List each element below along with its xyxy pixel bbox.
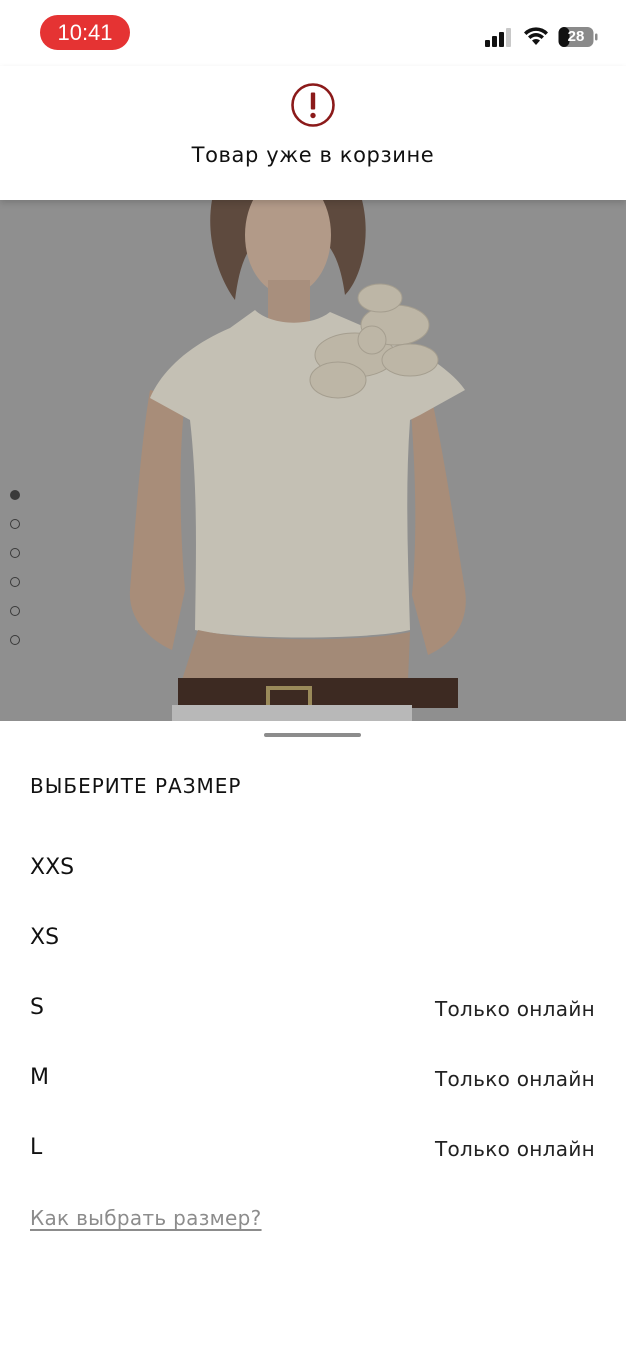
size-option-l[interactable]: L Только онлайн bbox=[0, 1113, 626, 1183]
gallery-dot[interactable] bbox=[10, 606, 20, 616]
size-label: M bbox=[30, 1065, 49, 1090]
cart-toast: Товар уже в корзине bbox=[0, 66, 626, 200]
gallery-dot[interactable] bbox=[10, 577, 20, 587]
gallery-dot[interactable] bbox=[10, 635, 20, 645]
size-availability: Только онлайн bbox=[434, 1067, 595, 1091]
size-picker-sheet: ВЫБЕРИТЕ РАЗМЕР XXS XS S Только онлайн M… bbox=[0, 721, 626, 1353]
battery-icon: 28 bbox=[558, 26, 598, 48]
size-label: XS bbox=[30, 925, 60, 950]
size-availability: Только онлайн bbox=[434, 997, 595, 1021]
size-guide-link[interactable]: Как выбрать размер? bbox=[30, 1206, 262, 1230]
size-availability: Только онлайн bbox=[434, 1137, 595, 1161]
gallery-dot[interactable] bbox=[10, 548, 20, 558]
size-option-s[interactable]: S Только онлайн bbox=[0, 973, 626, 1043]
product-image[interactable] bbox=[0, 200, 626, 721]
size-label: XXS bbox=[30, 855, 75, 880]
size-option-m[interactable]: M Только онлайн bbox=[0, 1043, 626, 1113]
cellular-signal-icon bbox=[485, 28, 511, 47]
toast-message: Товар уже в корзине bbox=[191, 143, 435, 167]
status-bar: 10:41 28 bbox=[0, 0, 626, 66]
size-label: L bbox=[30, 1135, 43, 1160]
sheet-grabber[interactable] bbox=[264, 733, 361, 737]
gallery-dot[interactable] bbox=[10, 519, 20, 529]
size-option-xxs[interactable]: XXS bbox=[0, 833, 626, 903]
exclamation-circle-icon bbox=[291, 83, 335, 127]
gallery-dot[interactable] bbox=[10, 490, 20, 500]
product-photo bbox=[0, 200, 626, 721]
battery-level: 28 bbox=[567, 28, 585, 45]
size-option-xs[interactable]: XS bbox=[0, 903, 626, 973]
size-label: S bbox=[30, 995, 44, 1020]
status-time: 10:41 bbox=[40, 15, 130, 50]
sheet-title: ВЫБЕРИТЕ РАЗМЕР bbox=[30, 774, 242, 798]
wifi-icon bbox=[524, 27, 548, 45]
